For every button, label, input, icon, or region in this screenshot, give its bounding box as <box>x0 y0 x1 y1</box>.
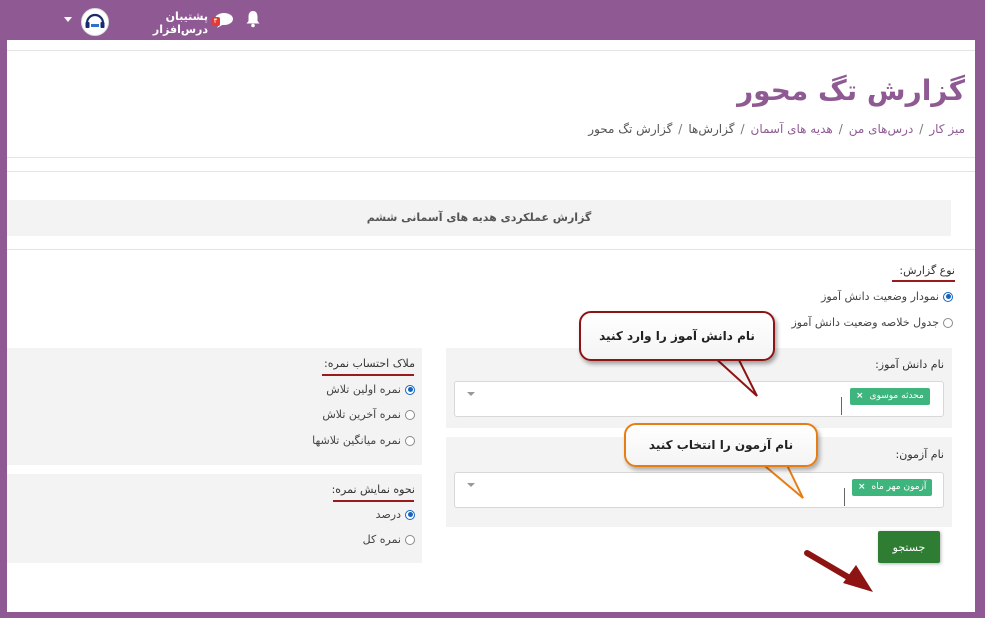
search-button[interactable]: جستجو <box>878 531 940 563</box>
student-callout: نام دانش آموز را وارد کنید <box>579 311 775 361</box>
student-callout-pointer <box>710 355 758 397</box>
user-avatar[interactable] <box>81 8 109 36</box>
notification-count-badge: ۴ <box>211 17 220 26</box>
arrow-head-icon <box>843 565 873 592</box>
arrow-to-search-button <box>804 550 856 583</box>
chevron-down-icon[interactable] <box>64 17 72 22</box>
page-content: گزارش تگ محور میز کار/درس‌های من/هدیه ها… <box>7 40 975 612</box>
bell-icon[interactable] <box>245 10 261 28</box>
exam-callout: نام آزمون را انتخاب کنید <box>624 423 818 467</box>
annotation-arrows <box>710 355 873 592</box>
user-name[interactable]: پشتیبان درس‌افزار <box>118 10 208 36</box>
top-navbar: ۴ پشتیبان درس‌افزار <box>0 0 985 40</box>
